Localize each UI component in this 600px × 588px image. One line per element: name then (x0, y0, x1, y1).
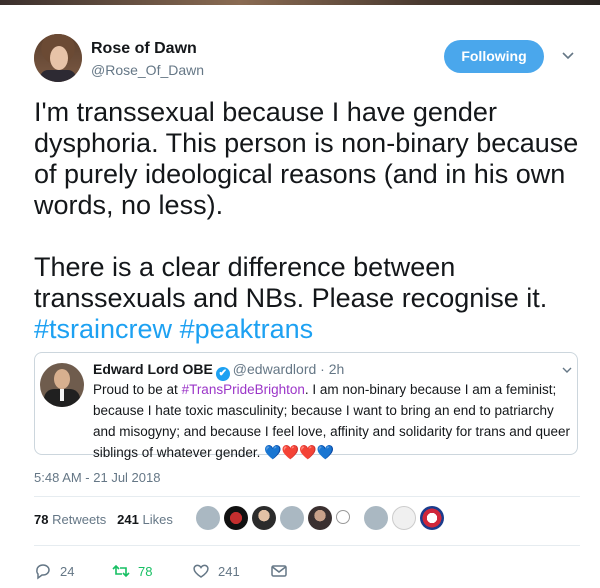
likes-count[interactable]: 241 (117, 512, 139, 527)
tweet-actions: 24 78 241 (34, 560, 334, 582)
author-avatar[interactable] (34, 34, 82, 82)
hashtag-link[interactable]: #tsraincrew (34, 314, 172, 344)
engagement-stats: 78 Retweets 241 Likes (34, 512, 173, 527)
heart-icon (193, 564, 209, 578)
tweet-header: Rose of Dawn @Rose_Of_Dawn Following (34, 34, 584, 86)
tweet-timestamp[interactable]: 5:48 AM - 21 Jul 2018 (34, 470, 160, 485)
chevron-down-icon[interactable] (561, 48, 575, 62)
liker-avatar[interactable] (280, 506, 304, 530)
liker-avatar[interactable] (224, 506, 248, 530)
red-heart-icon: ❤️ (281, 444, 299, 460)
liker-avatar[interactable] (364, 506, 388, 530)
quoted-tweet-text: Proud to be at #TransPrideBrighton. I am… (93, 379, 573, 463)
retweets-count[interactable]: 78 (34, 512, 48, 527)
retweets-label[interactable]: Retweets (52, 512, 106, 527)
reply-count: 24 (60, 563, 75, 579)
blue-heart-icon: 💙 (264, 444, 282, 460)
hashtag-link[interactable]: #TransPrideBrighton (182, 382, 305, 397)
liker-avatar[interactable] (336, 510, 350, 524)
reply-button[interactable]: 24 (34, 560, 74, 582)
retweet-button[interactable]: 78 (112, 560, 152, 582)
retweet-icon (112, 564, 130, 578)
top-image-strip (0, 0, 600, 5)
tweet-hashtags: #tsraincrew #peaktrans (34, 314, 313, 345)
tweet-text: I'm transsexual because I have gender dy… (34, 97, 579, 313)
retweet-action-count: 78 (138, 563, 153, 579)
quoted-tweet[interactable]: Edward Lord OBE ✔ @edwardlord · 2h Proud t… (34, 352, 578, 460)
author-handle[interactable]: @Rose_Of_Dawn (91, 62, 204, 78)
quoted-author-name[interactable]: Edward Lord OBE (93, 361, 213, 377)
divider (34, 545, 580, 546)
red-heart-icon: ❤️ (299, 444, 317, 460)
like-button[interactable]: 241 (192, 560, 240, 582)
hashtag-link[interactable]: #peaktrans (180, 314, 314, 344)
likes-label[interactable]: Likes (142, 512, 172, 527)
quoted-author-line: Edward Lord OBE ✔ @edwardlord · 2h (93, 361, 344, 381)
envelope-icon (271, 565, 287, 577)
author-display-name[interactable]: Rose of Dawn (91, 40, 197, 58)
liker-avatar[interactable] (308, 506, 332, 530)
quoted-author-handle[interactable]: @edwardlord · 2h (233, 361, 345, 377)
chevron-down-icon[interactable] (562, 365, 572, 375)
direct-message-button[interactable] (270, 560, 288, 582)
reply-icon (36, 564, 50, 580)
liker-avatar[interactable] (196, 506, 220, 530)
liker-avatar[interactable] (252, 506, 276, 530)
divider (34, 496, 580, 497)
blue-heart-icon: 💙 (316, 444, 334, 460)
liker-avatar[interactable] (392, 506, 416, 530)
liker-avatar[interactable] (420, 506, 444, 530)
quoted-author-avatar[interactable] (40, 363, 84, 407)
following-button[interactable]: Following (444, 40, 544, 73)
like-action-count: 241 (218, 563, 240, 579)
